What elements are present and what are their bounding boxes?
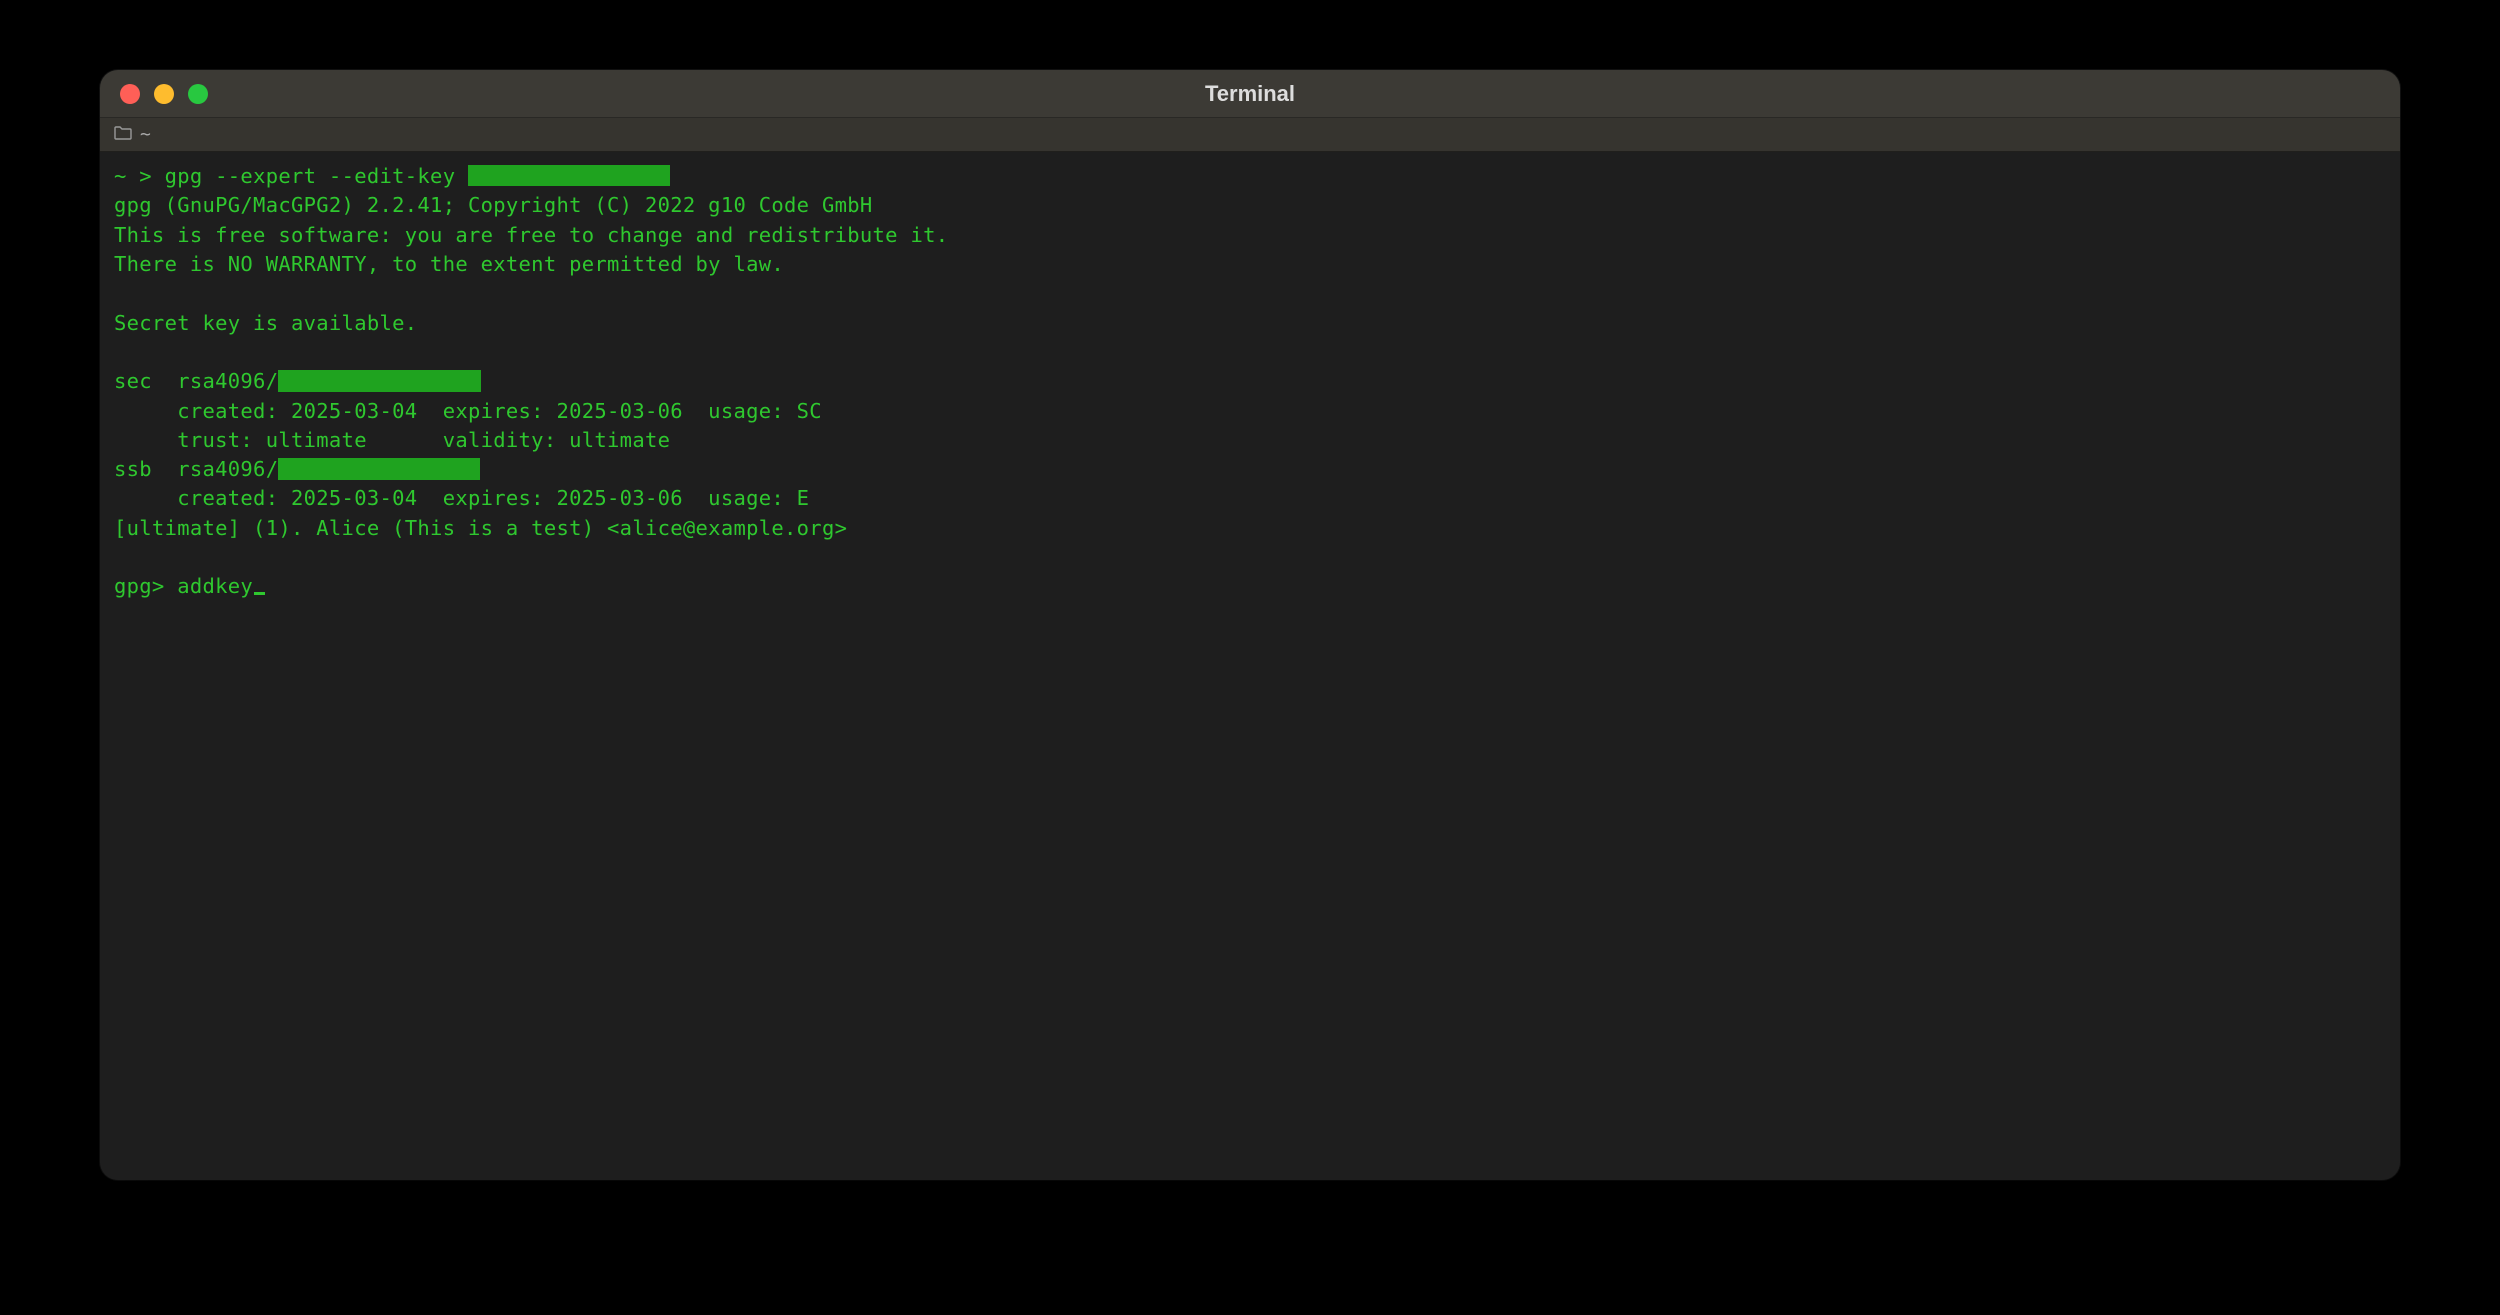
output-line: ssb rsa4096/ xyxy=(114,455,2386,484)
window-title: Terminal xyxy=(1205,81,1295,107)
close-button[interactable] xyxy=(120,84,140,104)
terminal-output[interactable]: ~ > gpg --expert --edit-key gpg (GnuPG/M… xyxy=(100,152,2400,1180)
output-line xyxy=(114,543,2386,572)
gpg-input[interactable]: addkey xyxy=(177,574,253,598)
tab-bar: ~ xyxy=(100,118,2400,152)
redacted-fingerprint xyxy=(278,370,480,392)
output-line xyxy=(114,279,2386,308)
tab-label[interactable]: ~ xyxy=(140,124,151,145)
command-text: gpg --expert --edit-key xyxy=(165,164,468,188)
output-line: created: 2025-03-04 expires: 2025-03-06 … xyxy=(114,397,2386,426)
output-line: [ultimate] (1). Alice (This is a test) <… xyxy=(114,514,2386,543)
output-line: Secret key is available. xyxy=(114,309,2386,338)
ssb-key-prefix: ssb rsa4096/ xyxy=(114,457,278,481)
gpg-prompt-line: gpg> addkey xyxy=(114,572,2386,601)
sec-key-prefix: sec rsa4096/ xyxy=(114,369,278,393)
output-line: trust: ultimate validity: ultimate xyxy=(114,426,2386,455)
output-line: sec rsa4096/ xyxy=(114,367,2386,396)
redacted-key-id xyxy=(468,165,670,187)
command-line: ~ > gpg --expert --edit-key xyxy=(114,162,2386,191)
redacted-fingerprint xyxy=(278,458,479,480)
folder-icon xyxy=(114,126,132,144)
fullscreen-button[interactable] xyxy=(188,84,208,104)
titlebar[interactable]: Terminal xyxy=(100,70,2400,118)
output-line: gpg (GnuPG/MacGPG2) 2.2.41; Copyright (C… xyxy=(114,191,2386,220)
output-line: There is NO WARRANTY, to the extent perm… xyxy=(114,250,2386,279)
terminal-window: Terminal ~ ~ > gpg --expert --edit-key g… xyxy=(100,70,2400,1180)
output-line: This is free software: you are free to c… xyxy=(114,221,2386,250)
traffic-lights xyxy=(120,84,208,104)
output-line: created: 2025-03-04 expires: 2025-03-06 … xyxy=(114,484,2386,513)
gpg-prompt: gpg> xyxy=(114,574,177,598)
cursor xyxy=(254,592,264,595)
output-line xyxy=(114,338,2386,367)
shell-prompt: ~ > xyxy=(114,164,165,188)
minimize-button[interactable] xyxy=(154,84,174,104)
